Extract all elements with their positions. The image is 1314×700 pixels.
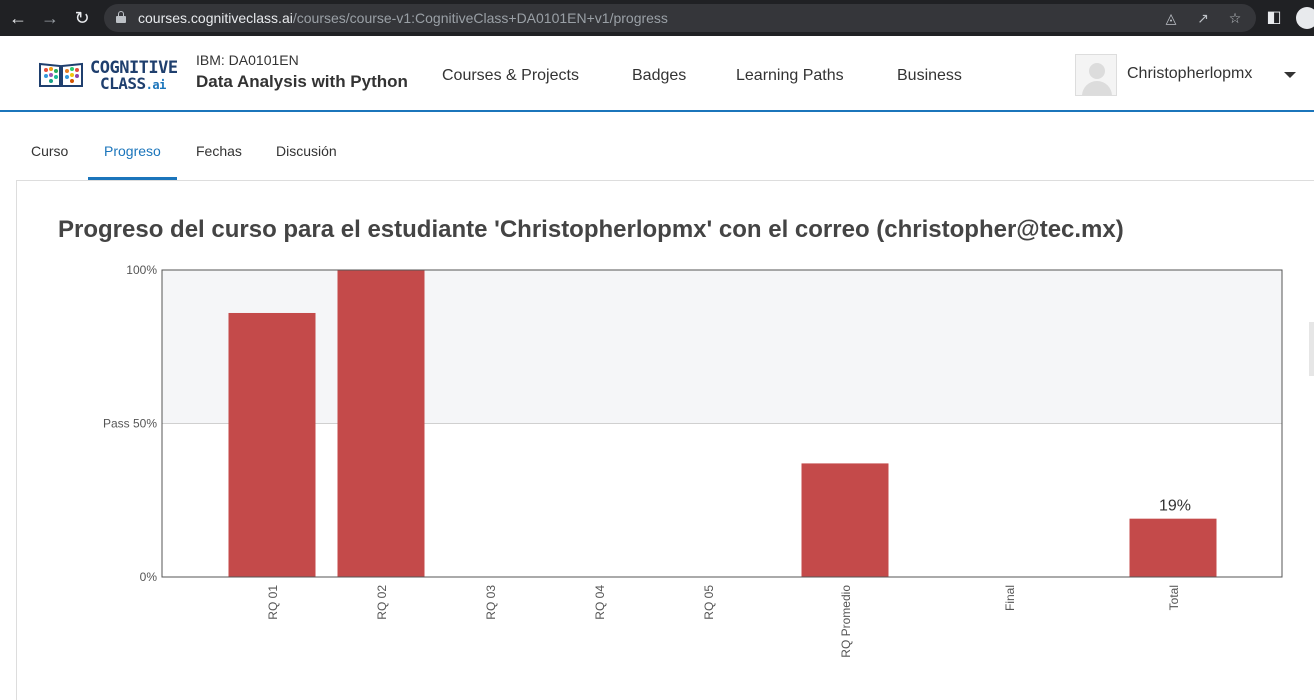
browser-profile-icon[interactable]: [1296, 7, 1314, 29]
course-name: Data Analysis with Python: [196, 72, 408, 91]
side-panel-icon[interactable]: ◧: [1264, 8, 1284, 28]
progress-panel: [16, 180, 1314, 700]
tab-progreso[interactable]: Progreso: [104, 143, 161, 159]
tab-discusion[interactable]: Discusión: [276, 143, 337, 159]
forward-arrow-icon[interactable]: →: [38, 6, 62, 30]
user-name[interactable]: Christopherlopmx: [1127, 65, 1252, 83]
share-icon[interactable]: ↗: [1194, 9, 1212, 27]
nav-courses-projects[interactable]: Courses & Projects: [442, 67, 579, 85]
tab-fechas[interactable]: Fechas: [196, 143, 242, 159]
url-text[interactable]: courses.cognitiveclass.ai/courses/course…: [138, 10, 668, 26]
scroll-indicator: [1309, 322, 1314, 376]
translate-icon[interactable]: ◬: [1162, 9, 1180, 27]
tab-curso[interactable]: Curso: [31, 143, 68, 159]
browser-toolbar: ← → ↻ courses.cognitiveclass.ai/courses/…: [0, 0, 1314, 36]
site-header: COGNITIVE CLASS.ai IBM: DA0101EN Data An…: [0, 36, 1314, 112]
address-bar[interactable]: courses.cognitiveclass.ai/courses/course…: [104, 4, 1256, 32]
lock-icon[interactable]: [116, 11, 126, 23]
nav-badges[interactable]: Badges: [632, 67, 686, 85]
course-code: IBM: DA0101EN: [196, 52, 299, 68]
nav-learning-paths[interactable]: Learning Paths: [736, 67, 844, 85]
nav-business[interactable]: Business: [897, 67, 962, 85]
cognitive-class-logo[interactable]: COGNITIVE CLASS.ai: [38, 58, 178, 93]
user-avatar[interactable]: [1075, 54, 1117, 96]
back-arrow-icon[interactable]: ←: [6, 6, 30, 30]
progress-title: Progreso del curso para el estudiante 'C…: [58, 216, 1124, 243]
user-menu-caret-icon[interactable]: [1284, 72, 1296, 78]
reload-icon[interactable]: ↻: [70, 6, 94, 30]
logo-text-line2: CLASS.ai: [100, 74, 166, 93]
book-logo-icon: [39, 62, 83, 87]
bookmark-star-icon[interactable]: ☆: [1226, 9, 1244, 27]
